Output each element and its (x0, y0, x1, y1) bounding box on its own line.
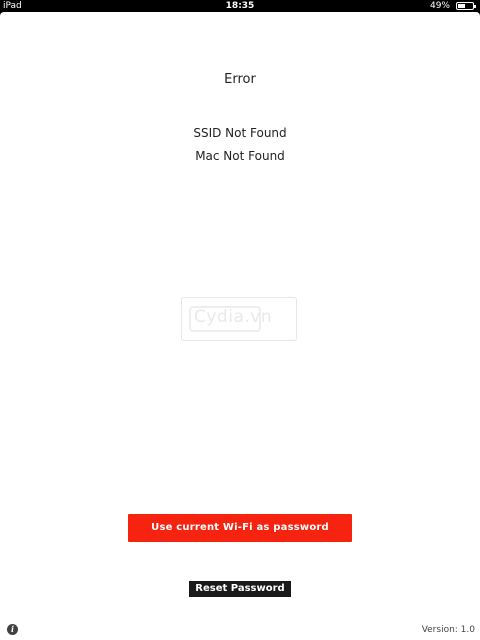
battery-percent: 49% (429, 1, 450, 11)
page-title: Error (224, 72, 256, 87)
version-label: Version: 1.0 (421, 625, 475, 635)
use-current-wifi-button[interactable]: Use current Wi-Fi as password (128, 514, 352, 542)
screen: iPad 18:35 49% Error SSID Not Found Mac … (0, 0, 480, 640)
clock-time: 18:35 (225, 1, 255, 11)
watermark-text: Cydia.vn (194, 307, 273, 327)
battery-level-fill (458, 4, 465, 8)
status-bar: iPad 18:35 49% (0, 0, 480, 12)
watermark-logo: Cydia.vn (181, 297, 297, 341)
battery-icon (456, 2, 476, 10)
main-content: Error SSID Not Found Mac Not Found Cydia… (0, 12, 480, 640)
ssid-status-text: SSID Not Found (193, 126, 287, 140)
reset-password-button[interactable]: Reset Password (189, 581, 291, 597)
info-icon[interactable]: i (7, 624, 18, 635)
mac-status-text: Mac Not Found (195, 149, 285, 163)
